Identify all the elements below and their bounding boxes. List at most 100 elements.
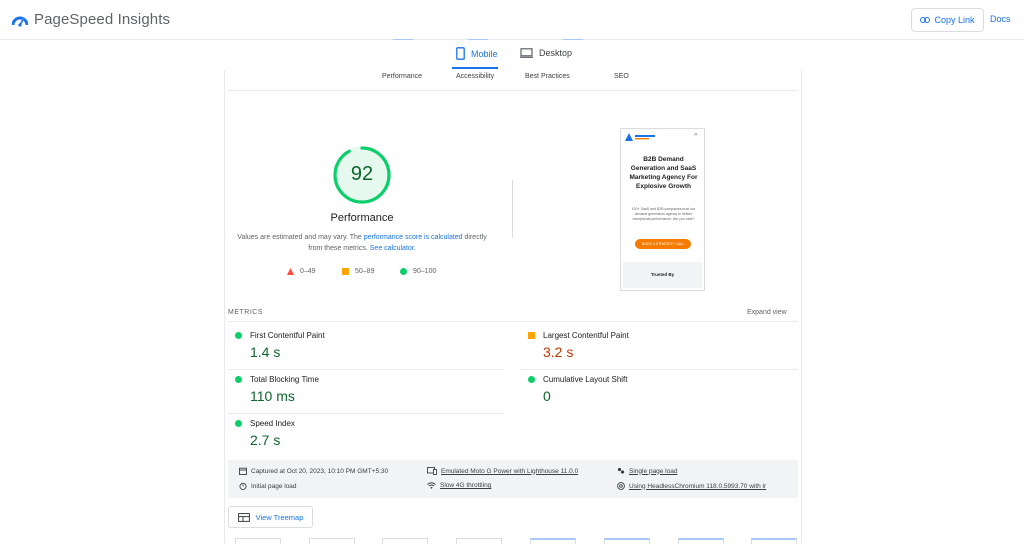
emulated-device-text[interactable]: Emulated Moto G Power with Lighthouse 11… <box>441 468 578 475</box>
timer-icon <box>239 482 247 490</box>
captured-at-text: Captured at Oct 20, 2023, 10:10 PM GMT+5… <box>251 467 389 475</box>
vertical-divider <box>512 180 513 238</box>
triangle-icon <box>287 268 294 275</box>
copy-link-button[interactable]: Copy Link <box>911 8 984 32</box>
page-load-type-text: Initial page load <box>251 482 297 490</box>
filmstrip-frame <box>309 538 355 544</box>
legend-average-range: 50–89 <box>355 268 375 275</box>
metric-value: 1.4 s <box>250 344 281 360</box>
runtime-settings: Captured at Oct 20, 2023, 10:10 PM GMT+5… <box>228 460 798 498</box>
legend-good: 90–100 <box>400 268 436 275</box>
legend-poor: 0–49 <box>287 268 316 275</box>
phone-icon <box>456 47 465 60</box>
metric-fcp: First Contentful Paint 1.4 s <box>228 331 504 365</box>
divider <box>228 321 798 322</box>
calendar-icon <box>239 467 247 475</box>
metric-si: Speed Index 2.7 s <box>228 419 504 453</box>
tab-best-practices[interactable]: Best Practices <box>525 73 570 80</box>
close-icon: ✕ <box>693 132 698 138</box>
network-throttling[interactable]: Slow 4G throttling <box>427 482 491 489</box>
view-treemap-button[interactable]: View Treemap <box>228 506 313 528</box>
score-note-text: Values are estimated and may vary. The <box>237 234 364 241</box>
decorative-fragment <box>563 37 583 40</box>
treemap-icon <box>237 512 250 522</box>
legend-good-range: 90–100 <box>413 268 437 275</box>
link-icon <box>920 17 931 23</box>
metric-value: 0 <box>543 388 551 404</box>
metric-name: Speed Index <box>250 419 295 428</box>
tab-desktop-label: Desktop <box>539 48 573 58</box>
device-icon <box>427 467 437 475</box>
emulated-device[interactable]: Emulated Moto G Power with Lighthouse 11… <box>427 467 578 475</box>
metric-value: 3.2 s <box>543 344 574 360</box>
tab-mobile-label: Mobile <box>471 48 498 59</box>
browser-version-text[interactable]: Using HeadlessChromium 118.0.5993.70 wit… <box>629 483 766 490</box>
divider <box>228 413 504 414</box>
top-bar: PageSpeed Insights Copy Link Docs <box>0 0 1024 40</box>
filmstrip-frame <box>604 538 650 544</box>
tab-accessibility[interactable]: Accessibility <box>456 73 494 80</box>
tab-seo[interactable]: SEO <box>614 73 629 80</box>
square-icon <box>342 268 349 275</box>
active-tab-indicator <box>452 67 498 69</box>
browser-version[interactable]: Using HeadlessChromium 118.0.5993.70 wit… <box>617 482 766 490</box>
copy-link-label: Copy Link <box>934 15 975 25</box>
filmstrip-frame <box>382 538 428 544</box>
screenshot-subtitle: 100+ SaaS and B2B companies trust our de… <box>631 207 696 221</box>
screenshot-footer: Trusted By <box>623 262 702 288</box>
good-circle-icon <box>528 376 535 383</box>
tab-desktop[interactable]: Desktop <box>520 48 572 58</box>
performance-title: Performance <box>330 212 394 224</box>
score-calculated-link[interactable]: performance score is calculated <box>364 234 463 241</box>
filmstrip-frame <box>678 538 724 544</box>
divider <box>228 369 504 370</box>
metric-value: 2.7 s <box>250 432 281 448</box>
see-calculator-link[interactable]: See calculator. <box>370 245 416 252</box>
brand-logo[interactable]: PageSpeed Insights <box>12 11 170 28</box>
session-type[interactable]: Single page load <box>617 467 677 475</box>
tab-mobile[interactable]: Mobile <box>456 47 498 60</box>
metric-cls: Cumulative Layout Shift 0 <box>521 375 798 409</box>
screenshot-title: B2B Demand Generation and SaaS Marketing… <box>629 156 698 190</box>
page-load-type: Initial page load <box>239 482 297 490</box>
legend-poor-range: 0–49 <box>300 268 316 275</box>
chrome-icon <box>617 482 625 490</box>
screenshot-cta: BOOK A STRATEGY CALL <box>635 239 691 249</box>
performance-score: 92 <box>350 163 374 185</box>
good-circle-icon <box>235 332 242 339</box>
expand-view-toggle[interactable]: Expand view <box>747 309 787 316</box>
people-icon <box>617 467 625 474</box>
wifi-icon <box>427 482 436 489</box>
site-logo <box>625 133 655 141</box>
average-square-icon <box>528 332 535 339</box>
captured-at: Captured at Oct 20, 2023, 10:10 PM GMT+5… <box>239 467 388 475</box>
monitor-icon <box>520 48 533 58</box>
pagespeed-gauge-icon <box>12 16 28 27</box>
filmstrip-frame <box>456 538 502 544</box>
decorative-fragment <box>393 37 413 40</box>
filmstrip-frame <box>530 538 576 544</box>
metric-name: Cumulative Layout Shift <box>543 375 628 384</box>
brand-name: PageSpeed Insights <box>34 11 171 28</box>
circle-icon <box>400 268 407 275</box>
metric-value: 110 ms <box>250 388 295 404</box>
session-type-text[interactable]: Single page load <box>629 468 677 475</box>
filmstrip-frame <box>235 538 281 544</box>
legend-average: 50–89 <box>342 268 374 275</box>
metric-lcp: Largest Contentful Paint 3.2 s <box>521 331 798 365</box>
docs-link[interactable]: Docs <box>990 14 1011 24</box>
good-circle-icon <box>235 376 242 383</box>
metrics-heading: METRICS <box>228 309 263 316</box>
tab-performance[interactable]: Performance <box>382 73 422 80</box>
good-circle-icon <box>235 420 242 427</box>
network-throttling-text[interactable]: Slow 4G throttling <box>440 482 491 489</box>
metric-name: Largest Contentful Paint <box>543 331 629 340</box>
view-treemap-label: View Treemap <box>255 512 304 522</box>
metric-name: Total Blocking Time <box>250 375 319 384</box>
page-screenshot: ✕ B2B Demand Generation and SaaS Marketi… <box>620 128 705 291</box>
filmstrip-frame <box>751 538 797 544</box>
metric-name: First Contentful Paint <box>250 331 325 340</box>
divider <box>521 369 798 370</box>
divider <box>228 90 798 91</box>
score-note: Values are estimated and may vary. The p… <box>232 232 492 254</box>
